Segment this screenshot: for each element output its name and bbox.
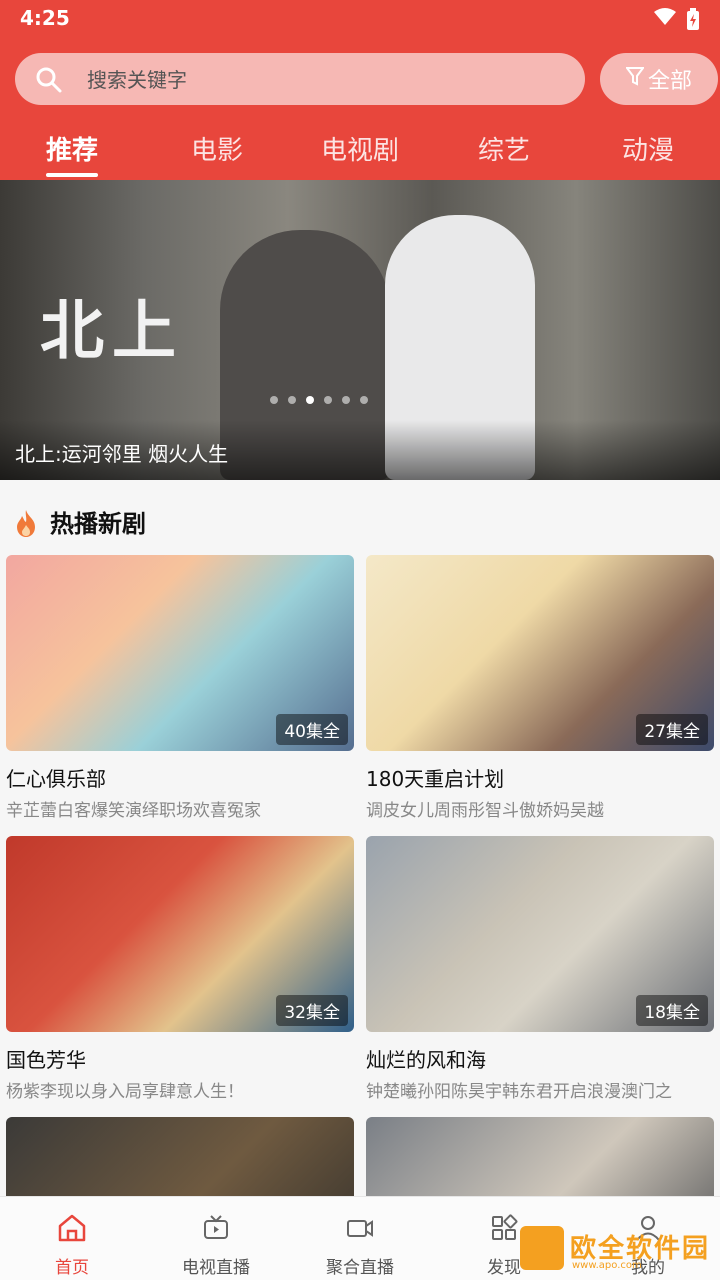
tab-recommend[interactable]: 推荐	[12, 130, 132, 167]
carousel-dots	[270, 396, 368, 404]
search-input[interactable]	[87, 66, 557, 94]
carousel-dot[interactable]	[360, 396, 368, 404]
carousel-dot[interactable]	[324, 396, 332, 404]
grid-icon	[489, 1213, 519, 1247]
carousel-dot[interactable]	[342, 396, 350, 404]
drama-card[interactable]: 32集全 国色芳华 杨紫李现以身入局享肆意人生！	[6, 836, 354, 1102]
episode-badge: 40集全	[276, 714, 348, 745]
nav-tv-live[interactable]: 电视直播	[144, 1197, 288, 1280]
drama-thumbnail[interactable]: 40集全	[6, 555, 354, 751]
section-header: 热播新剧	[0, 488, 720, 548]
video-camera-icon	[345, 1213, 375, 1247]
drama-title: 灿烂的风和海	[366, 1048, 486, 1072]
search-icon	[35, 66, 63, 98]
drama-card[interactable]: 40集全 仁心俱乐部 辛芷蕾白客爆笑演绎职场欢喜冤家	[6, 555, 354, 821]
status-bar: 4:25	[0, 0, 720, 40]
banner-art-title: 北上	[40, 294, 184, 369]
drama-subtitle: 钟楚曦孙阳陈昊宇韩东君开启浪漫澳门之	[366, 1082, 672, 1102]
banner-caption: 北上:运河邻里 烟火人生	[15, 442, 229, 466]
search-bar[interactable]	[15, 53, 585, 105]
carousel-dot[interactable]	[288, 396, 296, 404]
tab-tv-series[interactable]: 电视剧	[300, 130, 420, 167]
tab-variety[interactable]: 综艺	[444, 130, 564, 167]
fire-icon	[13, 508, 39, 542]
nav-aggregate-live[interactable]: 聚合直播	[288, 1197, 432, 1280]
site-watermark: 欧全软件园 www.apo.com	[520, 1222, 716, 1276]
tab-movies[interactable]: 电影	[157, 130, 277, 167]
drama-subtitle: 调皮女儿周雨彤智斗傲娇妈吴越	[366, 801, 604, 821]
episode-badge: 27集全	[636, 714, 708, 745]
drama-card[interactable]: 27集全 180天重启计划 调皮女儿周雨彤智斗傲娇妈吴越	[366, 555, 714, 821]
nav-label: 首页	[55, 1258, 89, 1278]
hero-banner[interactable]: 北上 北上:运河邻里 烟火人生	[0, 180, 720, 480]
drama-subtitle: 杨紫李现以身入局享肆意人生！	[6, 1082, 244, 1102]
tv-icon	[201, 1213, 231, 1247]
category-tabs: 推荐 电影 电视剧 综艺 动漫	[0, 122, 720, 180]
nav-label: 电视直播	[182, 1258, 250, 1278]
watermark-logo-icon	[520, 1226, 564, 1270]
episode-badge: 32集全	[276, 995, 348, 1026]
drama-thumbnail[interactable]: 32集全	[6, 836, 354, 1032]
battery-icon	[686, 8, 700, 34]
active-tab-indicator	[46, 173, 98, 177]
drama-card[interactable]: 18集全 灿烂的风和海 钟楚曦孙阳陈昊宇韩东君开启浪漫澳门之	[366, 836, 714, 1102]
filter-button[interactable]: 全部	[600, 53, 718, 105]
wifi-icon	[654, 8, 676, 30]
episode-badge: 18集全	[636, 995, 708, 1026]
home-icon	[57, 1213, 87, 1247]
filter-label: 全部	[647, 69, 692, 94]
watermark-sub: www.apo.com	[572, 1260, 642, 1271]
drama-thumbnail[interactable]: 18集全	[366, 836, 714, 1032]
section-title: 热播新剧	[50, 510, 146, 538]
nav-label: 聚合直播	[326, 1258, 394, 1278]
drama-title: 180天重启计划	[366, 767, 505, 791]
drama-thumbnail[interactable]: 27集全	[366, 555, 714, 751]
tab-anime[interactable]: 动漫	[588, 130, 708, 167]
app-header: 4:25 全部 推荐 电影 电视剧 综艺 动漫	[0, 0, 720, 180]
filter-icon	[624, 66, 645, 92]
drama-title: 仁心俱乐部	[6, 767, 106, 791]
drama-title: 国色芳华	[6, 1048, 86, 1072]
drama-subtitle: 辛芷蕾白客爆笑演绎职场欢喜冤家	[6, 801, 261, 821]
nav-home[interactable]: 首页	[0, 1197, 144, 1280]
status-time: 4:25	[20, 6, 70, 30]
carousel-dot-active[interactable]	[306, 396, 314, 404]
carousel-dot[interactable]	[270, 396, 278, 404]
